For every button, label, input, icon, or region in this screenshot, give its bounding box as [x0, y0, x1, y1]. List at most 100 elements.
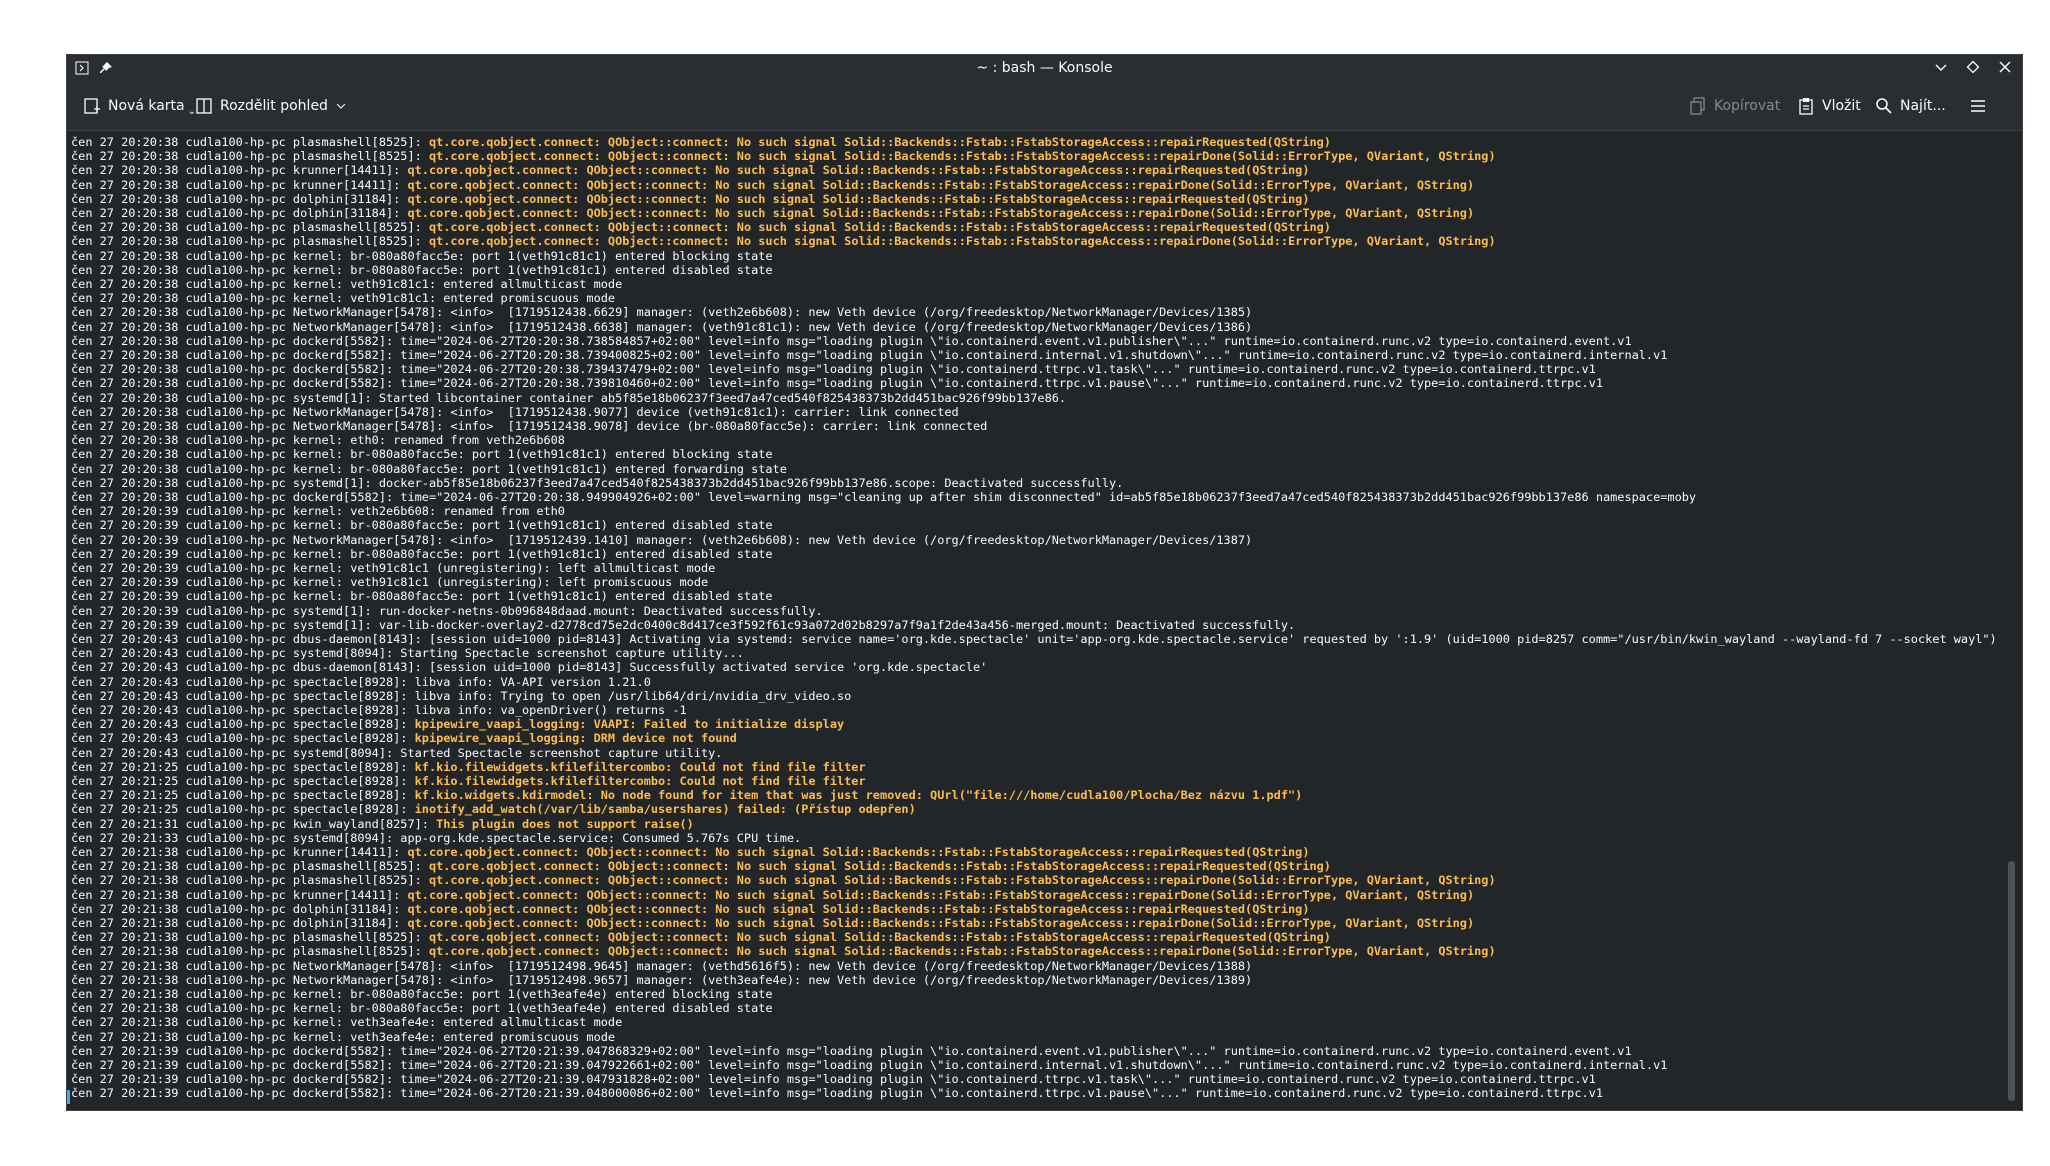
log-line-highlight: qt.core.qobject.connect: QObject::connec…	[407, 163, 1310, 178]
log-line: čen 27 20:21:39 cudla100-hp-pc dockerd[5…	[71, 1058, 1667, 1072]
log-line: čen 27 20:21:25 cudla100-hp-pc spectacle…	[71, 802, 916, 816]
log-line-prefix: čen 27 20:20:38 cudla100-hp-pc dockerd[5…	[71, 376, 1603, 391]
log-line: čen 27 20:21:39 cudla100-hp-pc dockerd[5…	[71, 1072, 1596, 1086]
log-line-prefix: čen 27 20:20:38 cudla100-hp-pc kernel: b…	[71, 262, 773, 277]
log-line: čen 27 20:20:43 cudla100-hp-pc spectacle…	[71, 717, 844, 731]
log-line-prefix: čen 27 20:20:43 cudla100-hp-pc dbus-daem…	[71, 632, 1997, 646]
log-line-prefix: čen 27 20:21:38 cudla100-hp-pc kernel: b…	[71, 987, 773, 1001]
log-line: čen 27 20:21:25 cudla100-hp-pc spectacle…	[71, 760, 866, 774]
log-line: čen 27 20:21:38 cudla100-hp-pc krunner[1…	[71, 888, 1474, 902]
log-line: čen 27 20:20:38 cudla100-hp-pc kernel: v…	[71, 277, 622, 291]
split-view-icon	[196, 98, 212, 114]
log-line-highlight: kf.kio.filewidgets.kfilefiltercombo: Cou…	[414, 759, 866, 774]
log-line: čen 27 20:20:38 cudla100-hp-pc kernel: b…	[71, 249, 773, 263]
log-line-prefix: čen 27 20:21:25 cudla100-hp-pc spectacle…	[71, 788, 415, 803]
log-line-prefix: čen 27 20:20:38 cudla100-hp-pc kernel: b…	[71, 248, 773, 263]
log-line-highlight: qt.core.qobject.connect: QObject::connec…	[428, 149, 1496, 164]
maximize-icon[interactable]	[1964, 58, 1982, 76]
log-line-prefix: čen 27 20:20:38 cudla100-hp-pc kernel: b…	[71, 447, 773, 462]
log-line-prefix: čen 27 20:20:38 cudla100-hp-pc kernel: e…	[71, 433, 565, 448]
pin-icon[interactable]	[97, 59, 115, 77]
minimize-icon[interactable]	[1932, 58, 1950, 76]
log-line: čen 27 20:20:38 cudla100-hp-pc dockerd[5…	[71, 362, 1596, 376]
log-line-prefix: čen 27 20:21:38 cudla100-hp-pc NetworkMa…	[71, 972, 1253, 987]
log-line-prefix: čen 27 20:20:43 cudla100-hp-pc spectacle…	[71, 688, 852, 703]
log-line-highlight: This plugin does not support raise()	[436, 816, 694, 831]
log-line: čen 27 20:21:31 cudla100-hp-pc kwin_wayl…	[71, 817, 694, 831]
log-line: čen 27 20:20:38 cudla100-hp-pc NetworkMa…	[71, 305, 1252, 319]
log-line-prefix: čen 27 20:21:25 cudla100-hp-pc spectacle…	[71, 802, 415, 817]
log-line-highlight: kf.kio.widgets.kdirmodel: No node found …	[414, 788, 1303, 803]
copy-button[interactable]: Kopírovat	[1689, 92, 1780, 120]
window-menu-icon[interactable]	[73, 59, 91, 77]
log-line: čen 27 20:21:38 cudla100-hp-pc plasmashe…	[71, 859, 1331, 873]
log-line: čen 27 20:21:38 cudla100-hp-pc NetworkMa…	[71, 973, 1252, 987]
log-line-highlight: qt.core.qobject.connect: QObject::connec…	[407, 916, 1475, 930]
log-line-prefix: čen 27 20:21:33 cudla100-hp-pc systemd[8…	[71, 830, 802, 845]
log-line-prefix: čen 27 20:20:38 cudla100-hp-pc plasmashe…	[71, 234, 429, 249]
log-line-highlight: kpipewire_vaapi_logging: VAAPI: Failed t…	[414, 717, 845, 732]
log-line-prefix: čen 27 20:21:38 cudla100-hp-pc plasmashe…	[71, 944, 429, 959]
log-line-prefix: čen 27 20:20:39 cudla100-hp-pc kernel: b…	[71, 518, 773, 533]
log-line-prefix: čen 27 20:21:31 cudla100-hp-pc kwin_wayl…	[71, 816, 437, 831]
log-line-highlight: qt.core.qobject.connect: QObject::connec…	[428, 873, 1496, 888]
window-title: ~ : bash — Konsole	[976, 60, 1113, 76]
paste-label: Vložit	[1822, 98, 1861, 114]
log-line-prefix: čen 27 20:20:39 cudla100-hp-pc systemd[1…	[71, 617, 1296, 632]
log-line-prefix: čen 27 20:21:38 cudla100-hp-pc krunner[1…	[71, 887, 408, 902]
log-line-prefix: čen 27 20:21:38 cudla100-hp-pc plasmashe…	[71, 859, 429, 874]
log-line-prefix: čen 27 20:20:39 cudla100-hp-pc kernel: b…	[71, 546, 773, 561]
hamburger-menu-button[interactable]	[1969, 92, 1987, 120]
log-line: čen 27 20:20:38 cudla100-hp-pc kernel: e…	[71, 433, 565, 447]
log-line-prefix: čen 27 20:21:38 cudla100-hp-pc dolphin[3…	[71, 901, 408, 916]
log-line-prefix: čen 27 20:20:38 cudla100-hp-pc dockerd[5…	[71, 362, 1596, 377]
log-line-prefix: čen 27 20:20:43 cudla100-hp-pc spectacle…	[71, 731, 415, 746]
log-line-prefix: čen 27 20:20:43 cudla100-hp-pc systemd[8…	[71, 745, 723, 760]
toolbar: Nová karta ⌄ Rozdělit pohled Kopírovat V…	[67, 82, 2022, 131]
title-bar: ~ : bash — Konsole	[67, 55, 2022, 82]
log-line: čen 27 20:20:39 cudla100-hp-pc kernel: b…	[71, 547, 773, 561]
log-line-prefix: čen 27 20:21:38 cudla100-hp-pc plasmashe…	[71, 873, 429, 888]
scrollbar-thumb[interactable]	[2008, 861, 2015, 1101]
log-line-highlight: qt.core.qobject.connect: QObject::connec…	[428, 220, 1331, 235]
log-line: čen 27 20:20:38 cudla100-hp-pc dockerd[5…	[71, 334, 1632, 348]
new-tab-button[interactable]: Nová karta ⌄	[83, 92, 196, 120]
log-line-prefix: čen 27 20:20:43 cudla100-hp-pc systemd[8…	[71, 646, 744, 661]
log-line-highlight: inotify_add_watch(/var/lib/samba/usersha…	[414, 802, 916, 817]
paste-button[interactable]: Vložit	[1797, 92, 1861, 120]
konsole-window: ~ : bash — Konsole Nová karta ⌄ Rozdělit…	[66, 54, 2023, 1111]
log-line: čen 27 20:20:38 cudla100-hp-pc kernel: b…	[71, 462, 787, 476]
log-line-prefix: čen 27 20:20:38 cudla100-hp-pc dockerd[5…	[71, 333, 1632, 348]
log-line: čen 27 20:20:38 cudla100-hp-pc NetworkMa…	[71, 419, 987, 433]
find-button[interactable]: Najít...	[1875, 92, 1946, 120]
log-line: čen 27 20:20:38 cudla100-hp-pc plasmashe…	[71, 234, 1496, 248]
log-line: čen 27 20:21:38 cudla100-hp-pc dolphin[3…	[71, 902, 1309, 916]
log-line-prefix: čen 27 20:20:38 cudla100-hp-pc plasmashe…	[71, 149, 429, 164]
log-line: čen 27 20:21:38 cudla100-hp-pc kernel: b…	[71, 987, 773, 1001]
log-line: čen 27 20:20:43 cudla100-hp-pc systemd[8…	[71, 746, 722, 760]
close-icon[interactable]	[1996, 58, 2014, 76]
log-line: čen 27 20:21:38 cudla100-hp-pc NetworkMa…	[71, 959, 1252, 973]
log-line: čen 27 20:21:38 cudla100-hp-pc plasmashe…	[71, 944, 1496, 958]
log-line-highlight: qt.core.qobject.connect: QObject::connec…	[407, 191, 1310, 206]
log-line-prefix: čen 27 20:20:38 cudla100-hp-pc dockerd[5…	[71, 348, 1668, 362]
log-line-prefix: čen 27 20:20:38 cudla100-hp-pc dolphin[3…	[71, 191, 408, 206]
log-line-highlight: qt.core.qobject.connect: QObject::connec…	[407, 901, 1310, 916]
log-line: čen 27 20:20:38 cudla100-hp-pc dolphin[3…	[71, 206, 1474, 220]
log-line-highlight: qt.core.qobject.connect: QObject::connec…	[428, 930, 1331, 945]
log-line: čen 27 20:20:43 cudla100-hp-pc dbus-daem…	[71, 632, 1997, 646]
log-line: čen 27 20:21:38 cudla100-hp-pc krunner[1…	[71, 845, 1309, 859]
terminal-scrollbar[interactable]	[2002, 131, 2022, 1110]
log-line: čen 27 20:21:25 cudla100-hp-pc spectacle…	[71, 788, 1302, 802]
log-line: čen 27 20:21:38 cudla100-hp-pc kernel: v…	[71, 1015, 622, 1029]
log-line-prefix: čen 27 20:20:38 cudla100-hp-pc NetworkMa…	[71, 404, 959, 419]
log-line-prefix: čen 27 20:20:38 cudla100-hp-pc systemd[1…	[71, 475, 1124, 490]
log-line-prefix: čen 27 20:21:38 cudla100-hp-pc krunner[1…	[71, 845, 408, 859]
log-line: čen 27 20:20:43 cudla100-hp-pc spectacle…	[71, 731, 737, 745]
split-view-button[interactable]: Rozdělit pohled	[195, 92, 347, 120]
terminal-output[interactable]: čen 27 20:20:38 cudla100-hp-pc plasmashe…	[67, 131, 2002, 1110]
log-line-highlight: qt.core.qobject.connect: QObject::connec…	[407, 887, 1475, 902]
log-line: čen 27 20:20:38 cudla100-hp-pc plasmashe…	[71, 149, 1496, 163]
log-line-prefix: čen 27 20:20:43 cudla100-hp-pc dbus-daem…	[71, 660, 988, 675]
log-line: čen 27 20:20:43 cudla100-hp-pc dbus-daem…	[71, 660, 987, 674]
